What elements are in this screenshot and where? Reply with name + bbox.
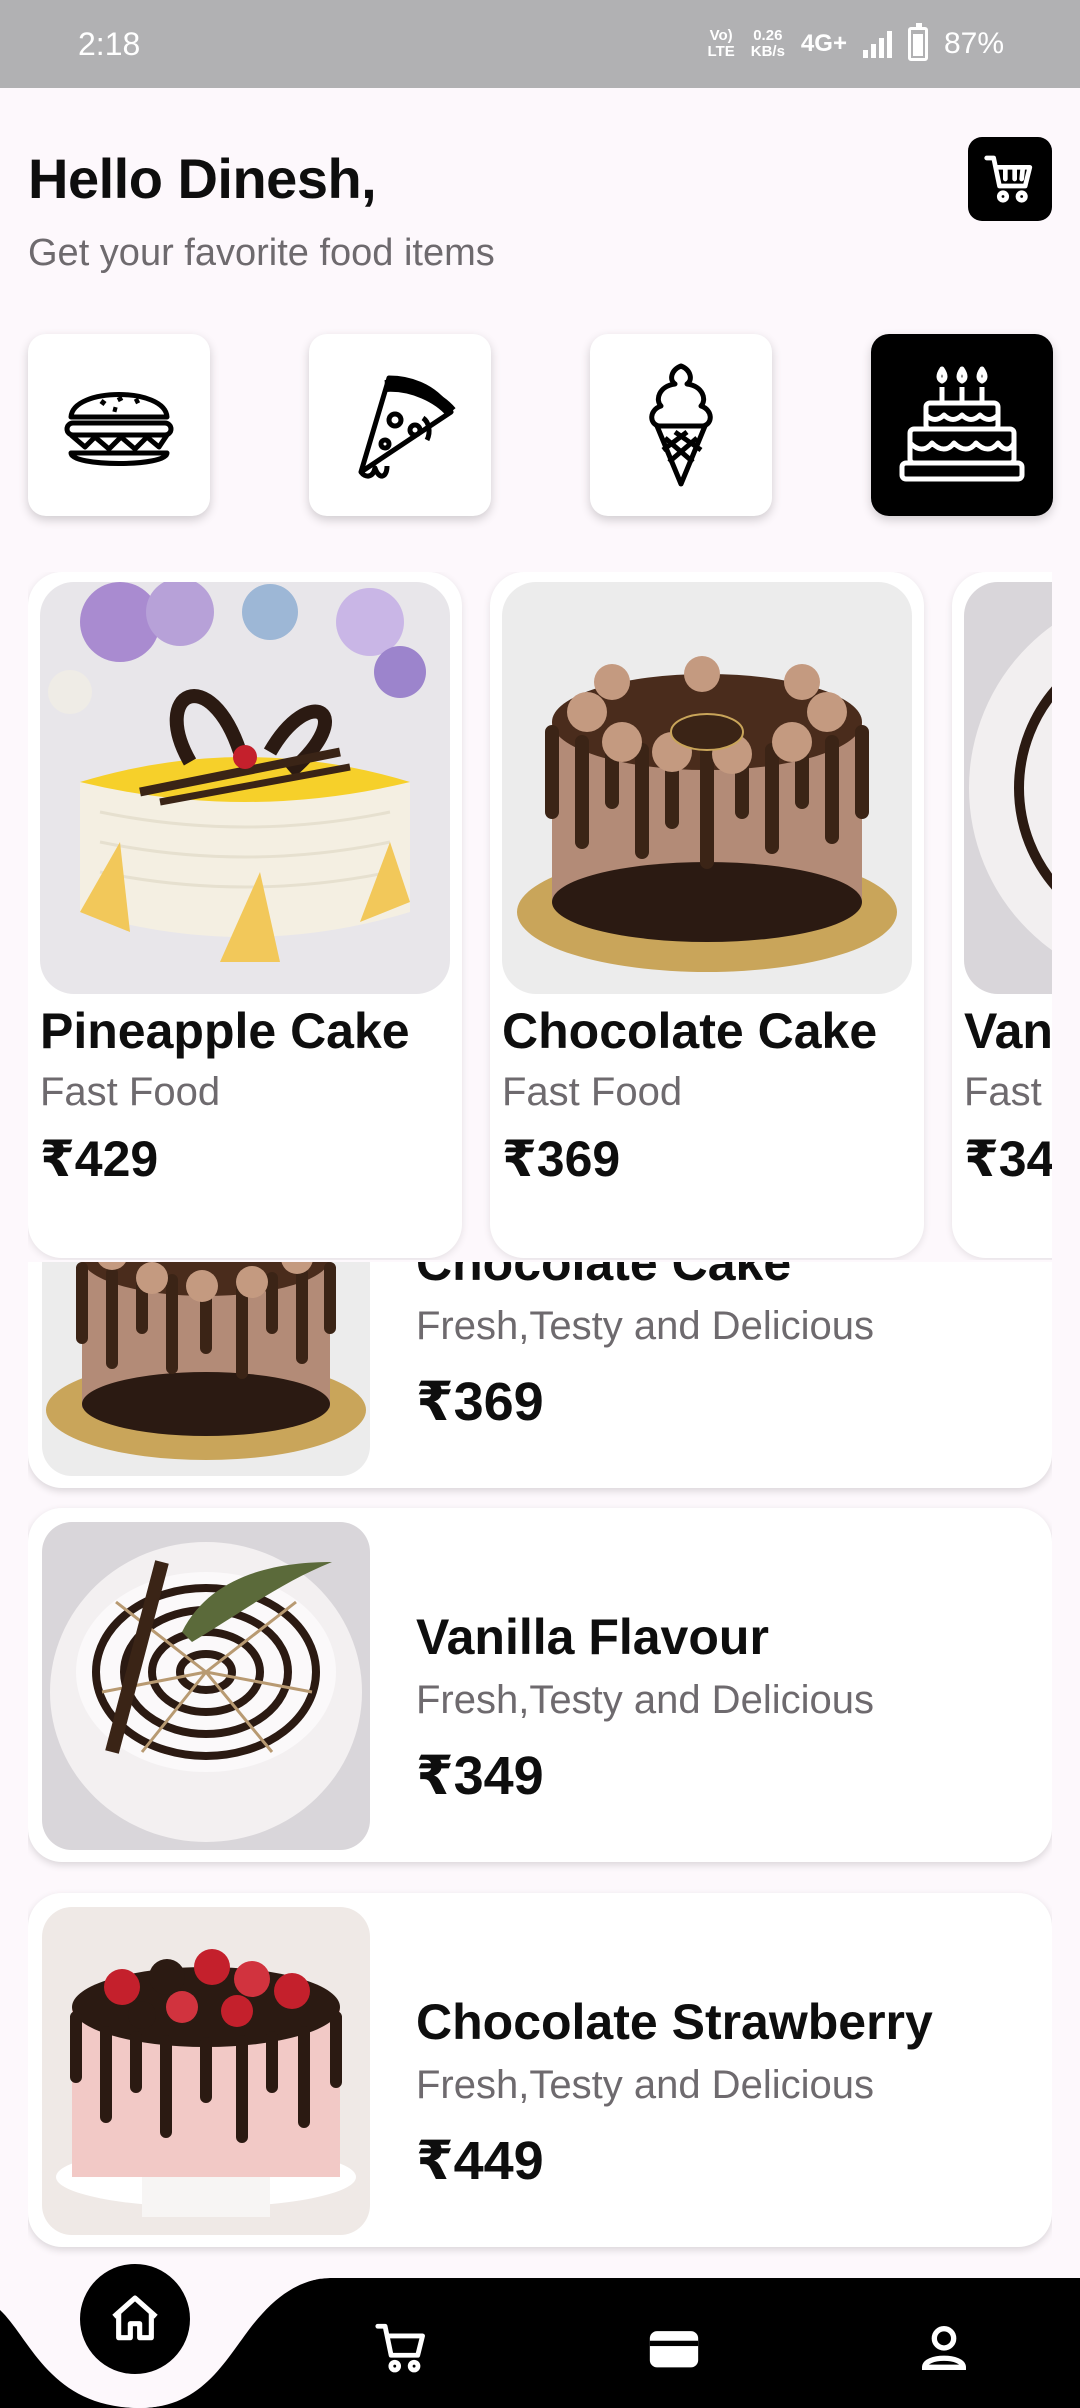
- vanilla-cake-image: [964, 582, 1052, 994]
- cart-icon: [984, 155, 1033, 203]
- list-item-price: ₹369: [416, 1372, 544, 1432]
- featured-price: ₹429: [40, 1131, 159, 1187]
- featured-category: Fast Food: [964, 1070, 1052, 1114]
- network-type: 4G+: [800, 30, 847, 57]
- cart-icon: [375, 2323, 425, 2373]
- featured-card[interactable]: Chocolate Cake Fast Food ₹369: [490, 572, 924, 1258]
- nav-wallet-button[interactable]: [634, 2308, 714, 2388]
- chocolate-cake-image: [502, 582, 912, 994]
- featured-card[interactable]: Pineapple Cake Fast Food ₹429: [28, 572, 462, 1258]
- cake-icon: [899, 366, 1025, 482]
- bottom-navigation: [0, 2264, 1080, 2408]
- featured-carousel[interactable]: Pineapple Cake Fast Food ₹429 Chocolate …: [28, 572, 1052, 1260]
- status-time: 2:18: [78, 25, 141, 62]
- list-item-name: Chocolate Strawberry: [416, 1994, 933, 2050]
- featured-card[interactable]: Vanilla Flavour Fast Food ₹349: [952, 572, 1052, 1258]
- cart-button[interactable]: [968, 137, 1052, 221]
- featured-name: Chocolate Cake: [502, 1003, 878, 1059]
- featured-price: ₹349: [964, 1131, 1052, 1187]
- burger-icon: [64, 392, 174, 466]
- nav-cart-button[interactable]: [362, 2308, 442, 2388]
- volte-indicator: Vo) LTE: [707, 27, 735, 60]
- vanilla-cake-thumb: [42, 1522, 370, 1850]
- featured-category: Fast Food: [502, 1070, 683, 1114]
- list-item-description: Fresh,Testy and Delicious: [416, 1678, 874, 1722]
- featured-name: Pineapple Cake: [40, 1003, 410, 1059]
- list-item-name: Vanilla Flavour: [416, 1609, 769, 1665]
- list-item[interactable]: Vanilla Flavour Fresh,Testy and Deliciou…: [28, 1508, 1052, 1862]
- list-item[interactable]: Chocolate Strawberry Fresh,Testy and Del…: [28, 1893, 1052, 2247]
- list-item-description: Fresh,Testy and Delicious: [416, 1304, 874, 1348]
- battery-icon: [907, 23, 928, 61]
- list-item-price: ₹349: [416, 1746, 544, 1806]
- profile-icon: [921, 2326, 967, 2370]
- signal-icon: [862, 30, 892, 58]
- battery-percent: 87%: [943, 27, 1004, 60]
- category-pizza[interactable]: [309, 334, 491, 516]
- category-cake[interactable]: [871, 334, 1053, 516]
- chocolate-strawberry-thumb: [42, 1907, 370, 2235]
- home-icon: [112, 2295, 158, 2341]
- list-item[interactable]: Chocolate Cake Fresh,Testy and Delicious…: [28, 1262, 1052, 1488]
- pineapple-cake-image: [40, 582, 450, 994]
- chocolate-cake-thumb: [42, 1262, 370, 1476]
- category-ice-cream[interactable]: [590, 334, 772, 516]
- status-bar: 2:18 Vo) LTE 0.26 KB/s 4G+ 87%: [0, 0, 1080, 88]
- nav-profile-button[interactable]: [904, 2308, 984, 2388]
- nav-home-button[interactable]: [80, 2264, 190, 2374]
- ice-cream-icon: [649, 363, 713, 487]
- product-list[interactable]: Chocolate Cake Fresh,Testy and Delicious…: [28, 1262, 1052, 2286]
- category-burger[interactable]: [28, 334, 210, 516]
- list-item-name: Chocolate Cake: [416, 1262, 792, 1291]
- list-item-price: ₹449: [416, 2131, 544, 2191]
- greeting: Hello Dinesh,: [28, 147, 377, 210]
- list-item-description: Fresh,Testy and Delicious: [416, 2063, 874, 2107]
- pizza-icon: [358, 375, 456, 479]
- status-icons: Vo) LTE 0.26 KB/s 4G+ 87%: [707, 23, 1004, 61]
- subtitle: Get your favorite food items: [28, 232, 495, 274]
- featured-price: ₹369: [502, 1131, 621, 1187]
- featured-name: Vanilla Flavour: [964, 1003, 1052, 1059]
- network-speed: 0.26 KB/s: [750, 27, 785, 60]
- wallet-icon: [649, 2331, 699, 2368]
- featured-category: Fast Food: [40, 1070, 221, 1114]
